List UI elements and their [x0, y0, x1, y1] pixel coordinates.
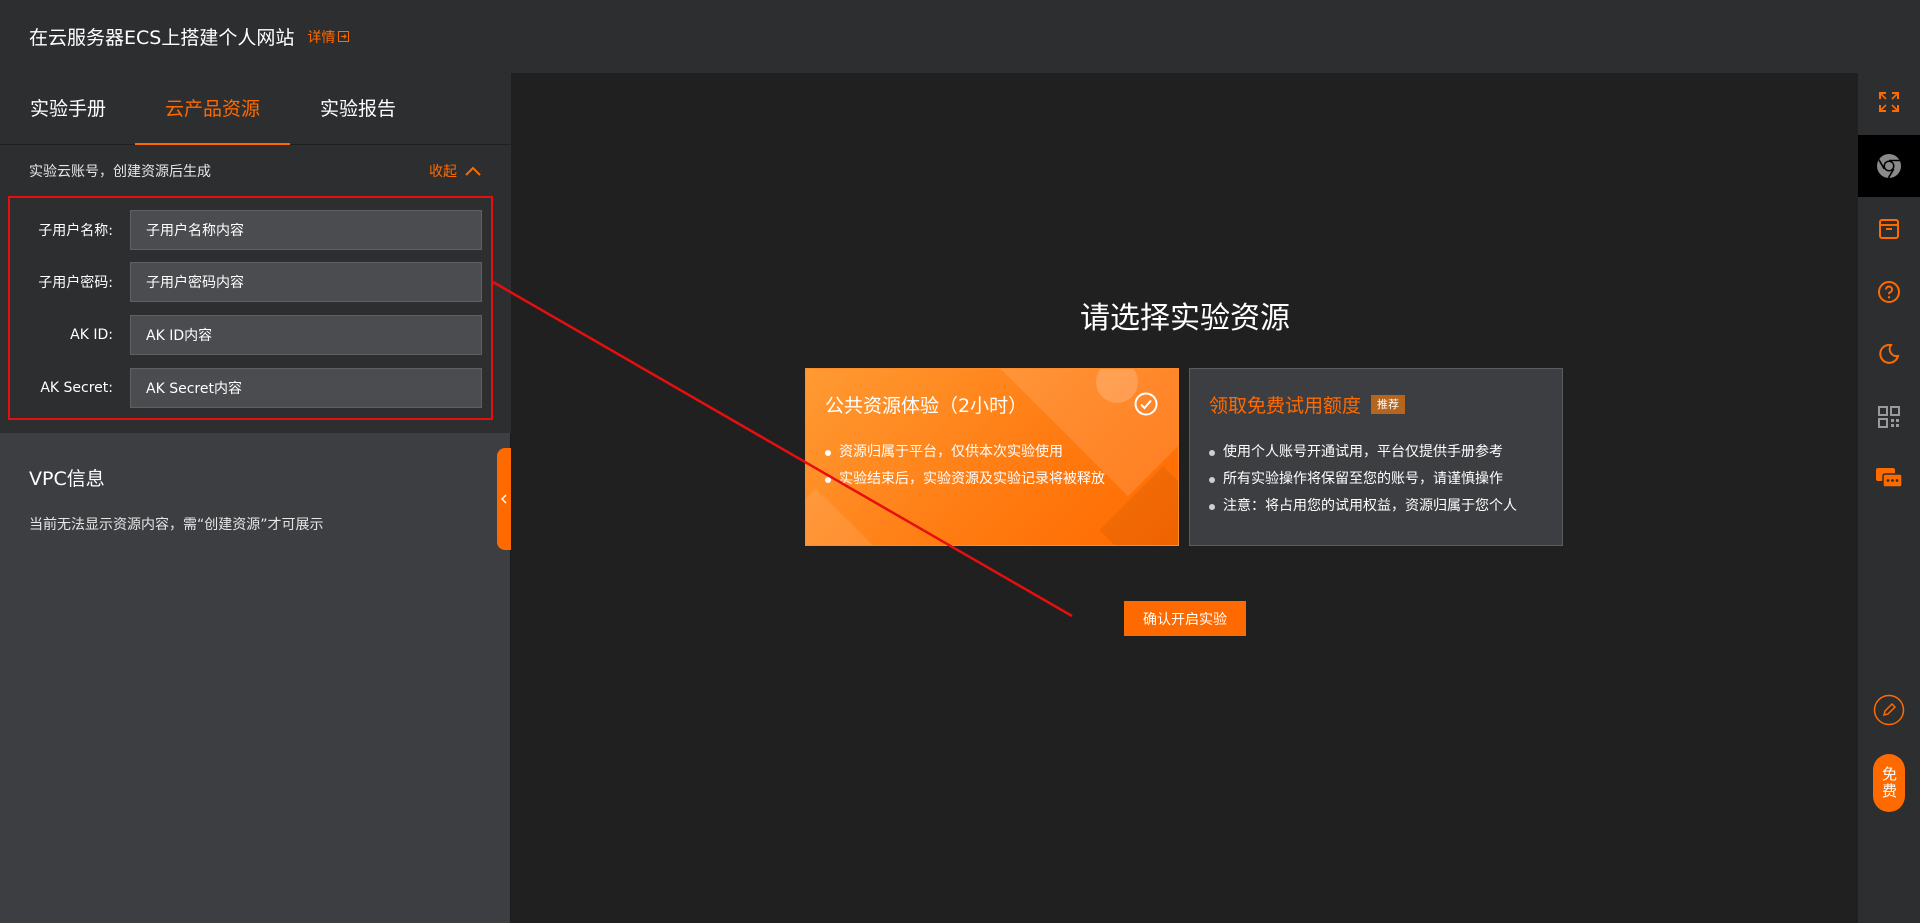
tab-lab-report[interactable]: 实验报告: [319, 73, 397, 145]
external-link-icon: [338, 31, 350, 42]
right-toolbar: 免费: [1858, 0, 1920, 923]
main-area: 请选择实验资源 公共资源体验（2小时） 资源归属于平台，仅供本次实验使用 实验结…: [512, 73, 1858, 923]
list-item: 实验结束后，实验资源及实验记录将被释放: [825, 466, 1105, 493]
top-header: 在云服务器ECS上搭建个人网站 详情: [0, 0, 1858, 73]
help-icon: [1878, 281, 1900, 303]
field-row-ak-secret: AK Secret: AK Secret内容: [10, 368, 491, 408]
public-card-bullets: 资源归属于平台，仅供本次实验使用 实验结束后，实验资源及实验记录将被释放: [825, 439, 1105, 493]
collapse-label: 收起: [429, 164, 457, 180]
ak-id-field[interactable]: AK ID内容: [130, 315, 482, 355]
tab-lab-manual[interactable]: 实验手册: [29, 73, 107, 145]
fullscreen-button[interactable]: [1858, 71, 1920, 133]
confirm-start-button[interactable]: 确认开启实验: [1124, 601, 1246, 636]
check-circle-icon: [1134, 392, 1158, 416]
theme-toggle-button[interactable]: [1858, 323, 1920, 385]
public-resource-card[interactable]: 公共资源体验（2小时） 资源归属于平台，仅供本次实验使用 实验结束后，实验资源及…: [805, 368, 1179, 546]
username-field[interactable]: 子用户名称内容: [130, 210, 482, 250]
password-label: 子用户密码:: [38, 275, 113, 291]
free-trial-button[interactable]: 免费: [1873, 754, 1905, 812]
edit-icon: [1873, 694, 1905, 726]
field-row-ak-id: AK ID: AK ID内容: [10, 315, 491, 355]
recommend-badge: 推荐: [1371, 395, 1406, 414]
moon-icon: [1879, 343, 1900, 364]
chat-button[interactable]: [1858, 447, 1920, 509]
username-label: 子用户名称:: [38, 223, 113, 239]
archive-icon: [1879, 219, 1899, 239]
browser-button[interactable]: [1858, 135, 1920, 197]
fullscreen-icon: [1879, 92, 1899, 112]
trial-card-bullets: 使用个人账号开通试用，平台仅提供手册参考 所有实验操作将保留至您的账号，请谨慎操…: [1209, 439, 1517, 520]
free-trial-card[interactable]: 领取免费试用额度 推荐 使用个人账号开通试用，平台仅提供手册参考 所有实验操作将…: [1189, 368, 1563, 546]
list-item: 使用个人账号开通试用，平台仅提供手册参考: [1209, 439, 1517, 466]
panel-collapse-handle[interactable]: [497, 448, 511, 550]
vpc-text: 当前无法显示资源内容，需“创建资源”才可展示: [29, 517, 324, 533]
qrcode-icon: [1878, 406, 1900, 428]
ak-id-label: AK ID:: [70, 327, 113, 343]
ak-secret-label: AK Secret:: [40, 380, 113, 396]
collapse-button[interactable]: 收起: [429, 161, 481, 181]
vpc-title: VPC信息: [29, 468, 105, 490]
field-row-username: 子用户名称: 子用户名称内容: [10, 210, 491, 250]
list-item: 所有实验操作将保留至您的账号，请谨慎操作: [1209, 466, 1517, 493]
resource-select-title: 请选择实验资源: [1080, 301, 1290, 336]
list-item: 资源归属于平台，仅供本次实验使用: [825, 439, 1105, 466]
page-title: 在云服务器ECS上搭建个人网站: [29, 27, 295, 49]
feedback-button[interactable]: [1858, 679, 1920, 741]
tab-cloud-resources[interactable]: 云产品资源: [135, 73, 291, 145]
resources-button[interactable]: [1858, 198, 1920, 260]
qrcode-button[interactable]: [1858, 386, 1920, 448]
trial-card-title: 领取免费试用额度 推荐: [1209, 391, 1406, 418]
ak-secret-field[interactable]: AK Secret内容: [130, 368, 482, 408]
trial-card-title-text: 领取免费试用额度: [1209, 395, 1362, 417]
password-field[interactable]: 子用户密码内容: [130, 262, 482, 302]
field-row-password: 子用户密码: 子用户密码内容: [10, 262, 491, 302]
chat-icon: [1876, 468, 1903, 488]
detail-link[interactable]: 详情: [307, 27, 350, 47]
public-card-title: 公共资源体验（2小时）: [825, 395, 1028, 417]
credentials-box: 子用户名称: 子用户名称内容 子用户密码: 子用户密码内容 AK ID: AK …: [8, 196, 493, 420]
chevron-up-icon: [465, 166, 481, 176]
detail-link-label: 详情: [307, 29, 336, 46]
chevron-left-icon: [501, 494, 507, 504]
list-item: 注意：将占用您的试用权益，资源归属于您个人: [1209, 493, 1517, 520]
tab-bar: 实验手册 云产品资源 实验报告: [0, 73, 511, 145]
account-header: 实验云账号，创建资源后生成 收起: [29, 145, 481, 197]
chrome-icon: [1877, 154, 1901, 179]
account-hint: 实验云账号，创建资源后生成: [29, 164, 211, 180]
card-decoration: [806, 488, 873, 545]
help-button[interactable]: [1858, 261, 1920, 323]
